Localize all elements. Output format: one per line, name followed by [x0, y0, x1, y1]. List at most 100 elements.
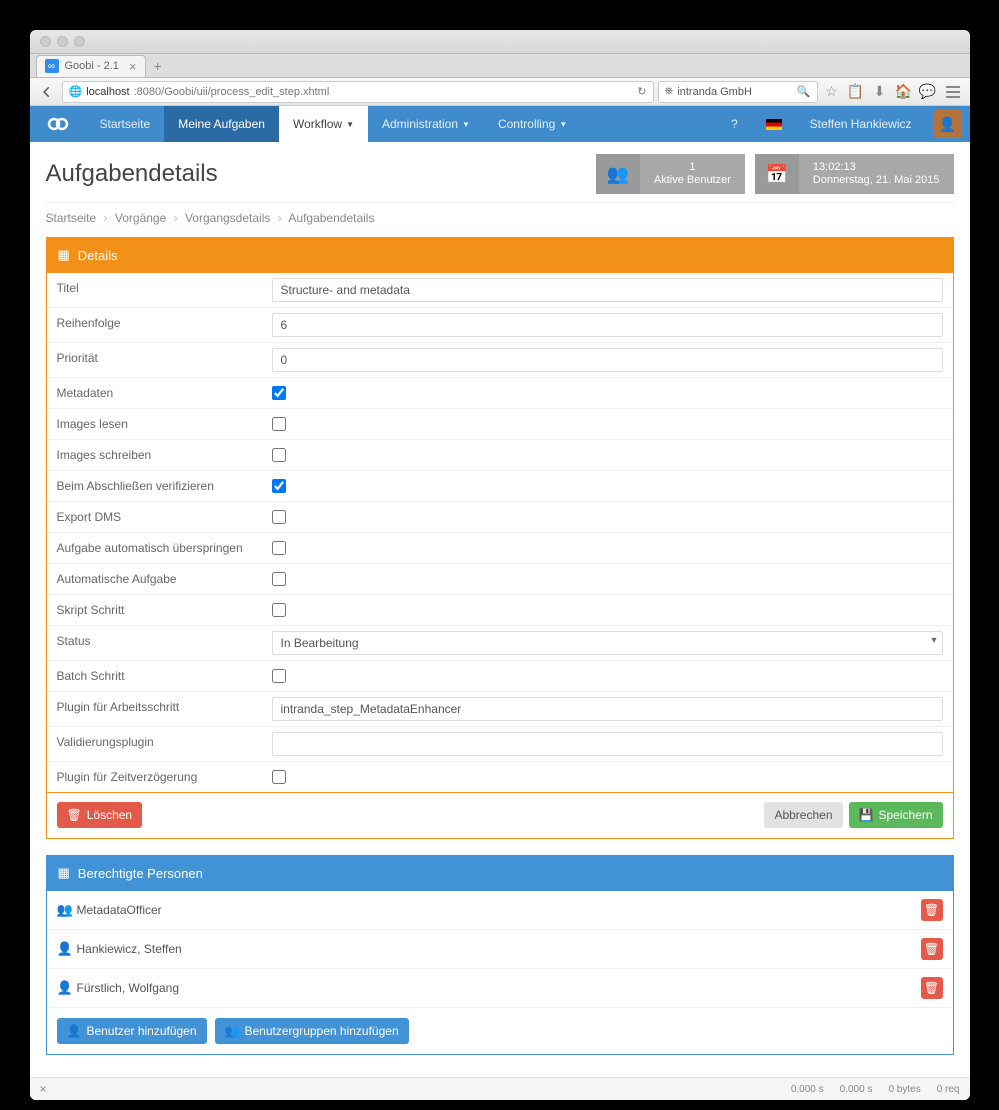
checkbox-images-write[interactable]: [272, 448, 286, 462]
checkbox-delay-plugin[interactable]: [272, 770, 286, 784]
url-field[interactable]: 🌐 localhost:8080/Goobi/uii/process_edit_…: [62, 81, 654, 103]
close-status-icon[interactable]: ×: [40, 1082, 47, 1096]
input-plugin-step[interactable]: [272, 697, 943, 721]
details-heading: Details: [78, 248, 118, 263]
add-user-button[interactable]: 👤Benutzer hinzufügen: [57, 1018, 207, 1044]
add-group-button[interactable]: 👥Benutzergruppen hinzufügen: [215, 1018, 409, 1044]
menu-button[interactable]: [942, 83, 964, 101]
browser-tab[interactable]: ∞ Goobi - 2.1 ×: [36, 55, 146, 77]
label-export: Export DMS: [47, 502, 272, 532]
home-icon[interactable]: 🏠: [894, 82, 914, 102]
user-name[interactable]: Steffen Hankiewicz: [796, 117, 926, 131]
window-controls: [40, 36, 85, 47]
avatar-icon: 👤: [934, 110, 962, 138]
label-verify: Beim Abschließen verifizieren: [47, 471, 272, 501]
search-field[interactable]: ⎈ intranda GmbH 🔍: [658, 81, 818, 103]
chevron-down-icon: ▼: [346, 120, 354, 129]
crumb-processes[interactable]: Vorgänge: [115, 211, 166, 225]
checkbox-verify[interactable]: [272, 479, 286, 493]
stat-1: 0.000 s: [791, 1084, 824, 1095]
person-icon: 👤: [57, 980, 77, 996]
active-users-count: 1: [654, 161, 731, 174]
date-time-box: 📅 13:02:13 Donnerstag, 21. Mai 2015: [755, 154, 954, 194]
label-delay-plugin: Plugin für Zeitverzögerung: [47, 762, 272, 792]
input-valid-plugin[interactable]: [272, 732, 943, 756]
checkbox-batch[interactable]: [272, 669, 286, 683]
language-flag[interactable]: [752, 119, 796, 130]
chat-icon[interactable]: 💬: [918, 82, 938, 102]
checkbox-export[interactable]: [272, 510, 286, 524]
status-bar: × 0.000 s 0.000 s 0 bytes 0 req: [30, 1077, 970, 1100]
help-button[interactable]: ?: [717, 117, 752, 131]
search-value: intranda GmbH: [677, 86, 752, 98]
search-engine-icon: ⎈: [665, 85, 674, 98]
table-icon: ▦: [58, 865, 70, 881]
crumb-current: Aufgabendetails: [288, 211, 374, 225]
reload-icon[interactable]: ↻: [637, 85, 646, 98]
label-metadata: Metadaten: [47, 378, 272, 408]
remove-person-button[interactable]: 🗑: [921, 977, 943, 999]
crumb-process-details[interactable]: Vorgangsdetails: [185, 211, 270, 225]
remove-person-button[interactable]: 🗑: [921, 938, 943, 960]
chevron-down-icon: ▼: [559, 120, 567, 129]
users-icon: 👥: [596, 154, 640, 194]
url-path: :8080/Goobi/uii/process_edit_step.xhtml: [134, 86, 330, 98]
group-icon: 👥: [57, 902, 77, 918]
calendar-icon: 📅: [755, 154, 799, 194]
trash-icon: 🗑: [67, 808, 82, 822]
checkbox-auto-skip[interactable]: [272, 541, 286, 555]
browser-toolbar: 🌐 localhost:8080/Goobi/uii/process_edit_…: [30, 78, 970, 106]
minimize-window[interactable]: [57, 36, 68, 47]
person-row: 👤Hankiewicz, Steffen🗑: [47, 930, 953, 969]
trash-icon: 🗑: [924, 903, 939, 917]
input-priority[interactable]: [272, 348, 943, 372]
tab-title: Goobi - 2.1: [65, 60, 119, 72]
checkbox-metadata[interactable]: [272, 386, 286, 400]
nav-controlling[interactable]: Controlling ▼: [484, 106, 581, 142]
user-avatar[interactable]: 👤: [926, 106, 970, 142]
nav-admin[interactable]: Administration ▼: [368, 106, 484, 142]
app-navbar: Startseite Meine Aufgaben Workflow ▼ Adm…: [30, 106, 970, 142]
flag-de-icon: [766, 119, 782, 130]
label-priority: Priorität: [47, 343, 272, 377]
person-row: 👥MetadataOfficer🗑: [47, 891, 953, 930]
current-time: 13:02:13: [813, 161, 940, 174]
close-window[interactable]: [40, 36, 51, 47]
close-tab-icon[interactable]: ×: [129, 59, 137, 74]
save-button[interactable]: 💾Speichern: [849, 802, 943, 828]
checkbox-script[interactable]: [272, 603, 286, 617]
clipboard-icon[interactable]: 📋: [846, 82, 866, 102]
checkbox-auto-task[interactable]: [272, 572, 286, 586]
brand-logo[interactable]: [30, 106, 86, 142]
input-order[interactable]: [272, 313, 943, 337]
person-name: Hankiewicz, Steffen: [77, 942, 921, 956]
person-row: 👤Fürstlich, Wolfgang🗑: [47, 969, 953, 1008]
persons-panel: ▦ Berechtigte Personen 👥MetadataOfficer🗑…: [46, 855, 954, 1055]
cancel-button[interactable]: Abbrechen: [764, 802, 842, 828]
delete-button[interactable]: 🗑Löschen: [57, 802, 143, 828]
window-titlebar: [30, 30, 970, 54]
nav-my-tasks[interactable]: Meine Aufgaben: [164, 106, 279, 142]
details-panel: ▦ Details Titel Reihenfolge Priorität Me…: [46, 237, 954, 839]
table-icon: ▦: [58, 247, 70, 263]
person-icon: 👤: [67, 1024, 82, 1038]
label-status: Status: [47, 626, 272, 660]
checkbox-images-read[interactable]: [272, 417, 286, 431]
downloads-icon[interactable]: ⬇: [870, 82, 890, 102]
breadcrumb: Startseite › Vorgänge › Vorgangsdetails …: [46, 211, 954, 225]
save-icon: 💾: [859, 808, 874, 822]
back-button[interactable]: [36, 82, 58, 102]
input-title[interactable]: [272, 278, 943, 302]
zoom-window[interactable]: [74, 36, 85, 47]
current-date: Donnerstag, 21. Mai 2015: [813, 174, 940, 187]
crumb-home[interactable]: Startseite: [46, 211, 97, 225]
new-tab-button[interactable]: +: [154, 58, 162, 74]
select-status[interactable]: In Bearbeitung: [272, 631, 943, 655]
remove-person-button[interactable]: 🗑: [921, 899, 943, 921]
nav-workflow[interactable]: Workflow ▼: [279, 106, 368, 142]
url-host: localhost: [86, 86, 129, 98]
label-valid-plugin: Validierungsplugin: [47, 727, 272, 761]
page-title: Aufgabendetails: [46, 160, 218, 188]
bookmark-icon[interactable]: ☆: [822, 82, 842, 102]
nav-home[interactable]: Startseite: [86, 106, 165, 142]
